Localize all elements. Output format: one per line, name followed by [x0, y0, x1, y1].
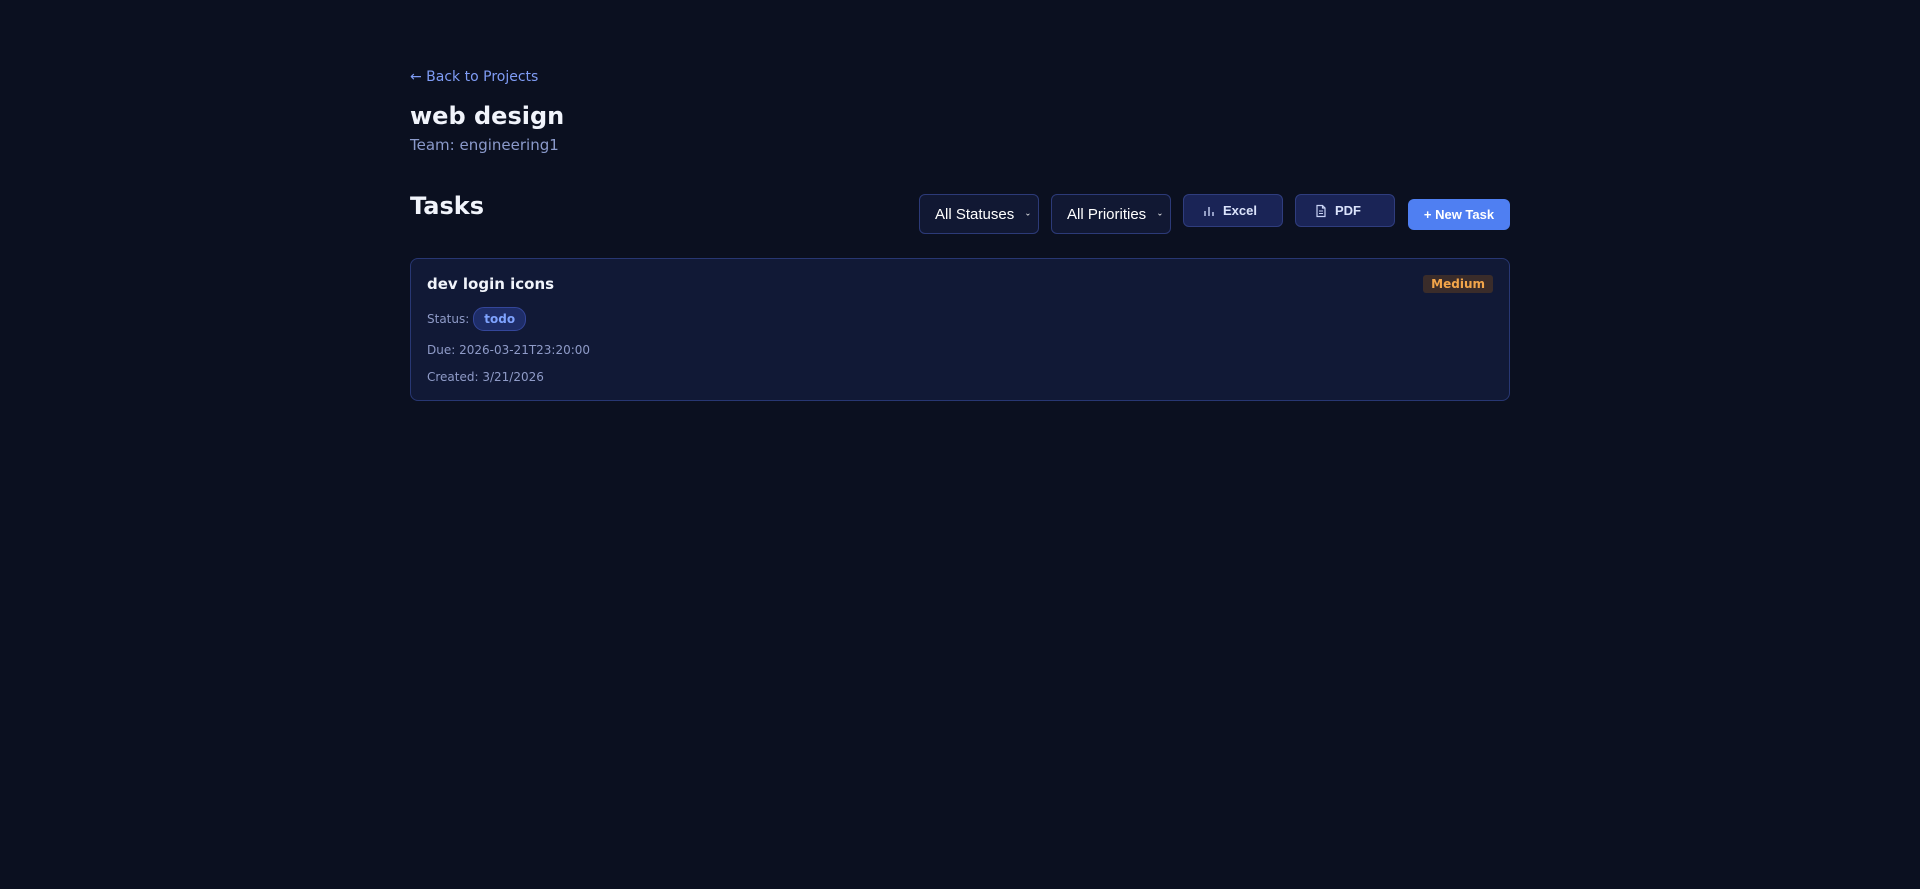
priority-filter-value: All Priorities	[1067, 205, 1147, 223]
page-title: web design	[410, 102, 565, 130]
priority-badge: Medium	[1423, 275, 1493, 293]
tasks-heading: Tasks	[410, 192, 485, 220]
task-due-date: Due: 2026-03-21T23:20:00	[427, 343, 591, 357]
export-excel-button[interactable]: Excel	[1183, 194, 1283, 227]
team-label: Team: engineering1	[410, 136, 559, 154]
priority-filter-select[interactable]: All Priorities	[1051, 194, 1171, 234]
status-filter-select[interactable]: All Statuses	[919, 194, 1039, 234]
export-pdf-button[interactable]: PDF	[1295, 194, 1395, 227]
document-icon	[1316, 204, 1326, 217]
task-card[interactable]: dev login icons Medium Status: todo Due:…	[410, 258, 1510, 401]
task-created-date: Created: 3/21/2026	[427, 370, 544, 384]
status-badge: todo	[473, 307, 527, 331]
export-excel-label: Excel	[1223, 203, 1257, 218]
back-to-projects-link[interactable]: ← Back to Projects	[410, 69, 538, 85]
status-filter-value: All Statuses	[935, 205, 1015, 223]
bar-chart-icon	[1204, 206, 1214, 216]
task-title: dev login icons	[427, 275, 555, 293]
task-status-row: Status: todo	[427, 307, 527, 331]
chevron-down-icon	[1026, 213, 1030, 216]
export-pdf-label: PDF	[1335, 203, 1361, 218]
tasks-toolbar: All Statuses All Priorities Excel PDF + …	[919, 194, 1510, 234]
chevron-down-icon	[1158, 212, 1162, 216]
new-task-button[interactable]: + New Task	[1408, 198, 1510, 230]
status-label: Status:	[427, 312, 470, 326]
